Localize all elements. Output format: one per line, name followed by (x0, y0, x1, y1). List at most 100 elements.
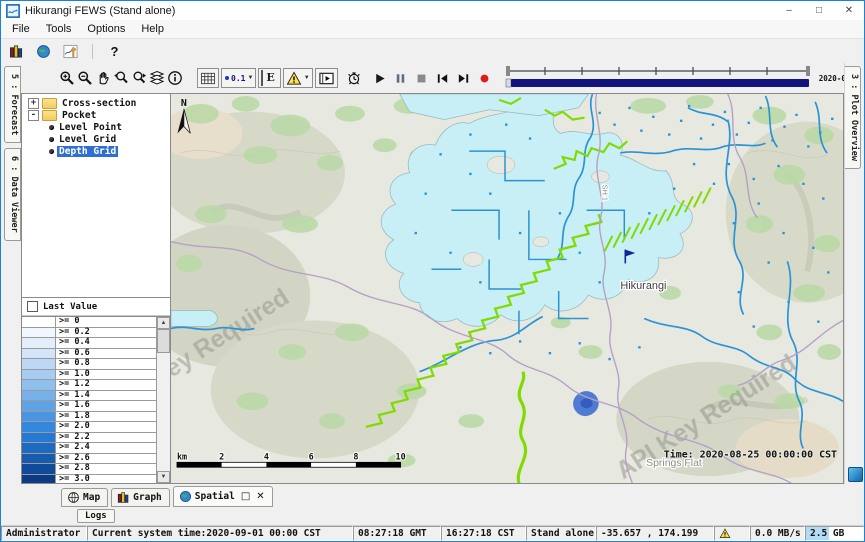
window-title: Hikurangi FEWS (Stand alone) (25, 5, 774, 17)
grid-icon (200, 71, 216, 86)
scrollbar-thumb[interactable] (157, 329, 170, 353)
legend-row[interactable]: >= 3.0 (22, 475, 156, 484)
status-warning-cell[interactable] (714, 526, 750, 541)
legend-row-label: >= 1.6 (56, 401, 156, 411)
info-icon[interactable] (167, 68, 183, 89)
play-icon[interactable] (372, 68, 387, 89)
status-network-rate: 0.0 MB/s (750, 526, 805, 541)
logs-button[interactable]: Logs (77, 509, 115, 523)
legend-swatch (22, 443, 56, 453)
scroll-down-icon[interactable]: ▼ (157, 471, 170, 483)
layer-panel: + Cross-section - Pocket Level Point (21, 93, 171, 484)
legend-swatch (22, 370, 56, 380)
grid-display-button[interactable] (197, 68, 219, 88)
legend-swatch (22, 380, 56, 390)
legend-row[interactable]: >= 2.0 (22, 422, 156, 433)
pause-icon[interactable] (393, 68, 408, 89)
legend-row[interactable]: >= 0.4 (22, 338, 156, 349)
legend-row-label: >= 2.6 (56, 454, 156, 464)
scalebar-button[interactable]: E (258, 68, 280, 88)
stop-icon[interactable] (414, 68, 429, 89)
help-icon[interactable]: ? (104, 41, 125, 62)
timeline-slider[interactable] (504, 64, 812, 93)
close-button[interactable]: ✕ (834, 1, 864, 20)
zoom-in-icon[interactable] (59, 68, 75, 89)
expand-icon[interactable]: + (28, 98, 39, 109)
legend-row[interactable]: >= 0 (22, 317, 156, 328)
zoom-out-icon[interactable] (77, 68, 93, 89)
timer-icon[interactable] (346, 68, 362, 89)
record-icon[interactable] (477, 68, 492, 89)
database-icon[interactable] (6, 41, 27, 62)
right-dock-tab[interactable]: 3 : Plot Overview (845, 66, 861, 169)
legend-row-label: >= 2.2 (56, 433, 156, 443)
folder-icon (42, 98, 57, 109)
tab-map[interactable]: Map (61, 488, 108, 507)
animation-button[interactable] (315, 68, 338, 88)
display-tab-bar: Map Graph Spatial □ ✕ (1, 484, 864, 507)
tree-item-depth-grid[interactable]: Depth Grid (22, 145, 170, 157)
svg-text:8: 8 (353, 451, 358, 461)
warning-icon (719, 528, 731, 539)
scroll-up-icon[interactable]: ▲ (157, 317, 170, 329)
main-area: 5 : Forecast 6 : Data Viewer 0.1▼ E ▼ (1, 63, 864, 484)
legend-row[interactable]: >= 1.2 (22, 380, 156, 391)
float-tab-icon[interactable]: □ (241, 491, 250, 502)
tab-graph[interactable]: Graph (111, 488, 170, 507)
threshold-dropdown[interactable]: 0.1▼ (221, 68, 256, 88)
last-value-row: Last Value (22, 298, 170, 316)
tree-item-pocket[interactable]: - Pocket (22, 109, 170, 121)
left-dock-tab[interactable]: 5 : Forecast (4, 66, 21, 143)
legend-panel: Last Value >= 0 >= 0.2 (22, 298, 170, 483)
map-toolbar: 0.1▼ E ▼ (21, 63, 844, 93)
tab-spatial[interactable]: Spatial □ ✕ (173, 486, 273, 507)
legend-row[interactable]: >= 0.8 (22, 359, 156, 370)
legend-scrollbar[interactable]: ▲ ▼ (156, 317, 170, 483)
threshold-dot-icon (225, 76, 229, 80)
legend-row-label: >= 0.8 (56, 359, 156, 369)
status-coordinates: -35.657 , 174.199 (596, 526, 714, 541)
minimize-button[interactable]: – (774, 1, 804, 20)
legend-swatch (22, 464, 56, 474)
zoom-previous-icon[interactable] (113, 68, 129, 89)
legend-row[interactable]: >= 1.6 (22, 401, 156, 412)
menu-item[interactable]: Options (79, 22, 133, 36)
close-tab-icon[interactable]: ✕ (256, 491, 264, 502)
collapse-icon[interactable]: - (28, 110, 39, 121)
map-view[interactable]: API Key Required API Key Required (171, 93, 844, 484)
menu-item[interactable]: Tools (38, 22, 80, 36)
warning-dropdown[interactable]: ▼ (283, 68, 313, 88)
last-value-checkbox[interactable] (27, 301, 38, 312)
legend-row-label: >= 0.4 (56, 338, 156, 348)
scrollbar-track[interactable] (157, 329, 170, 471)
legend-row-label: >= 3.0 (56, 475, 156, 484)
step-forward-icon[interactable] (456, 68, 471, 89)
pan-icon[interactable] (95, 68, 111, 89)
left-dock-tab[interactable]: 6 : Data Viewer (4, 148, 21, 241)
legend-row[interactable]: >= 2.4 (22, 443, 156, 454)
maximize-button[interactable]: □ (804, 1, 834, 20)
globe-icon (179, 490, 192, 503)
legend-swatch (22, 359, 56, 369)
dock-corner-icon[interactable] (848, 467, 863, 482)
globe-icon[interactable] (33, 41, 54, 62)
step-back-icon[interactable] (435, 68, 450, 89)
legend-swatch (22, 317, 56, 327)
folder-icon (42, 110, 57, 121)
map-canvas: API Key Required API Key Required (171, 94, 843, 483)
timeseries-icon[interactable] (60, 41, 81, 62)
layers-icon[interactable] (149, 68, 165, 89)
road-label: SH 1 (600, 185, 609, 201)
tree-item-level-point[interactable]: Level Point (22, 121, 170, 133)
status-memory: 2.5 GB (805, 526, 864, 541)
app-logo-icon (6, 4, 20, 18)
legend-row[interactable]: >= 2.8 (22, 464, 156, 475)
zoom-next-icon[interactable] (131, 68, 147, 89)
tree-item-cross-section[interactable]: + Cross-section (22, 97, 170, 109)
legend-swatch (22, 338, 56, 348)
menu-item[interactable]: File (4, 22, 38, 36)
menu-item[interactable]: Help (133, 22, 172, 36)
tree-item-level-grid[interactable]: Level Grid (22, 133, 170, 145)
timeline-track (504, 64, 812, 88)
legend-row-label: >= 2.4 (56, 443, 156, 453)
